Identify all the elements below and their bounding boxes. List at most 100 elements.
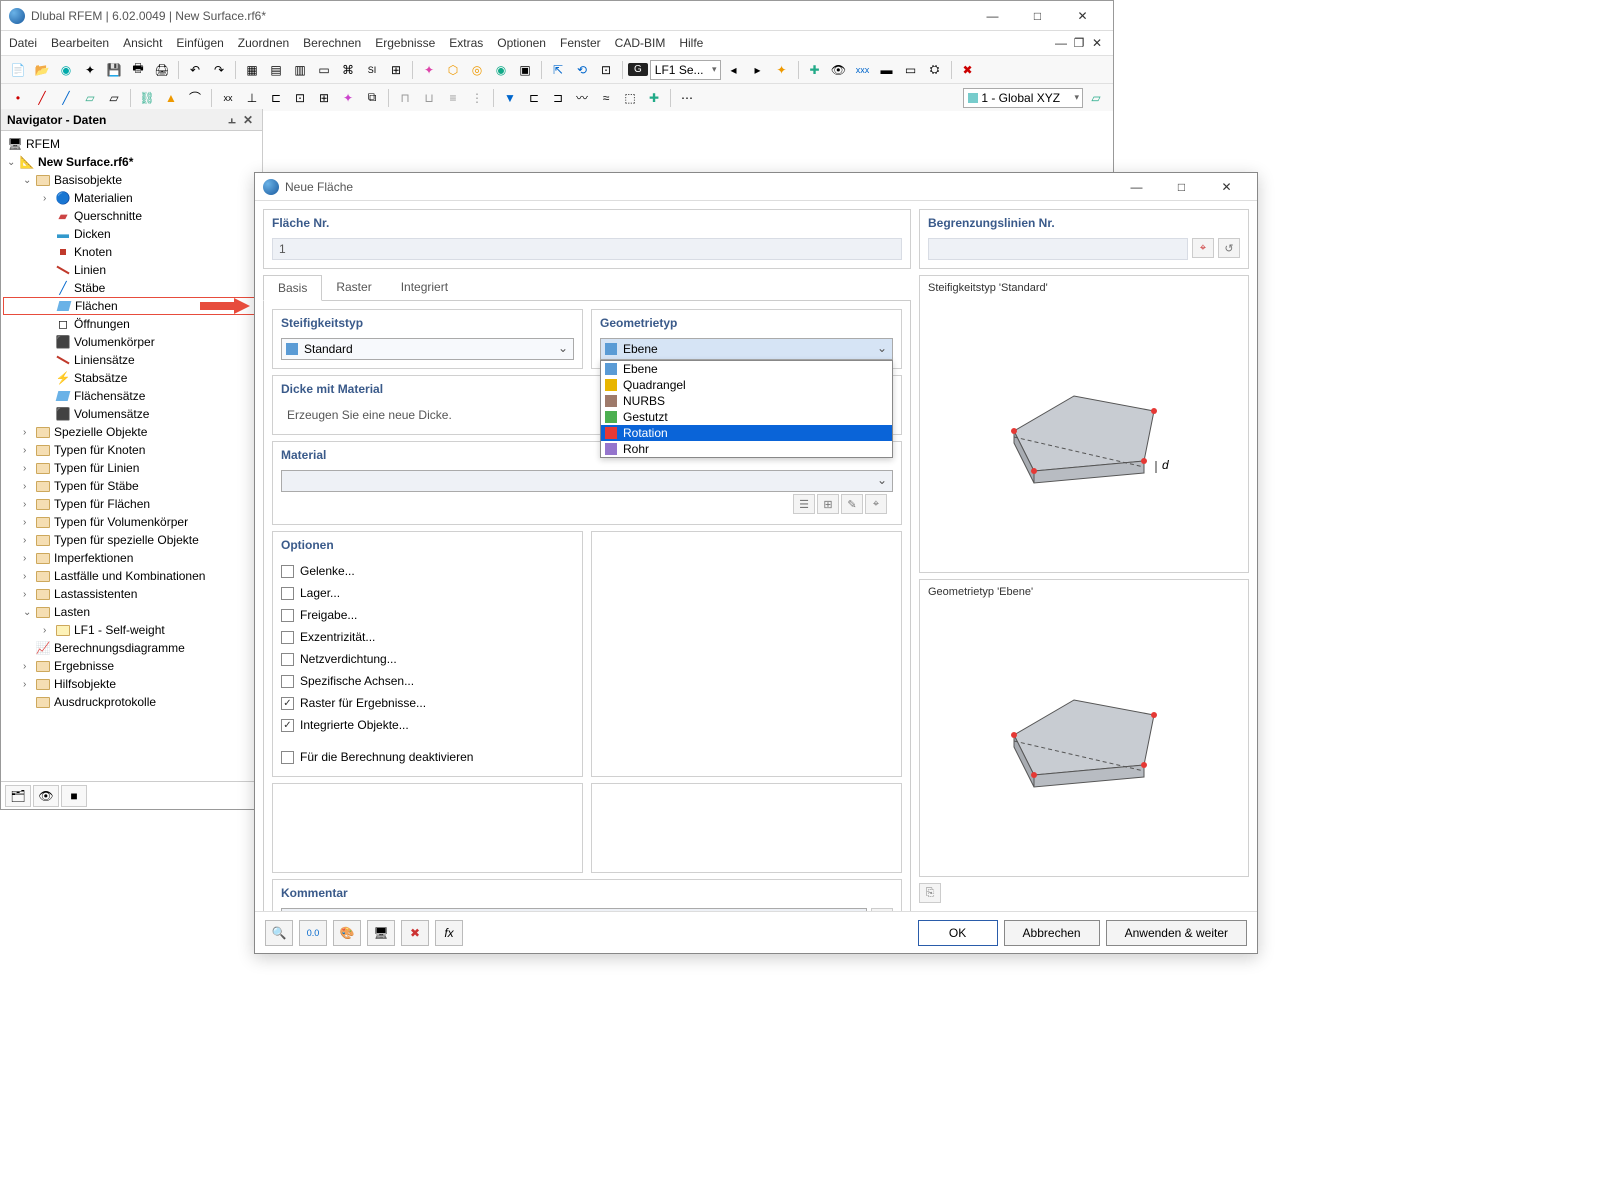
nav-data-icon[interactable]: 🗂: [5, 785, 31, 807]
geom-option[interactable]: Rohr: [601, 441, 892, 457]
solid-icon[interactable]: ▬: [876, 59, 898, 81]
panel-close-icon[interactable]: ✕: [240, 113, 256, 127]
tree-item[interactable]: ▬Dicken: [3, 225, 260, 243]
tab-basis[interactable]: Basis: [263, 275, 322, 301]
steif-dropdown[interactable]: Standard: [281, 338, 574, 360]
more-icon[interactable]: ⋯: [676, 87, 698, 109]
mdi-close-icon[interactable]: ✕: [1089, 36, 1105, 50]
save-icon[interactable]: 💾: [103, 59, 125, 81]
checkbox[interactable]: [281, 565, 294, 578]
tree-item[interactable]: Linien: [3, 261, 260, 279]
wire-icon[interactable]: ▭: [900, 59, 922, 81]
option-row[interactable]: Freigabe...: [281, 604, 574, 626]
tree-item[interactable]: Knoten: [3, 243, 260, 261]
zoom-icon[interactable]: ⊡: [595, 59, 617, 81]
clear-lines-icon[interactable]: ↺: [1218, 238, 1240, 258]
opening-tool-icon[interactable]: ▱: [103, 87, 125, 109]
redo-icon[interactable]: ↷: [208, 59, 230, 81]
ok-button[interactable]: OK: [918, 920, 998, 946]
support-icon[interactable]: xx: [217, 87, 239, 109]
move-icon[interactable]: ⇱: [547, 59, 569, 81]
maximize-button[interactable]: □: [1015, 2, 1060, 30]
load4-icon[interactable]: ⋮: [466, 87, 488, 109]
tree-item[interactable]: ›Spezielle Objekte: [3, 423, 260, 441]
cancel-button[interactable]: Abbrechen: [1004, 920, 1100, 946]
checkbox[interactable]: [281, 653, 294, 666]
flat-icon[interactable]: ≈: [595, 87, 617, 109]
nav-video-icon[interactable]: ■: [61, 785, 87, 807]
apply-button[interactable]: Anwenden & weiter: [1106, 920, 1247, 946]
tree-item[interactable]: ›Typen für spezielle Objekte: [3, 531, 260, 549]
iso-icon[interactable]: 〰: [571, 87, 593, 109]
line-tool-icon[interactable]: ╱: [31, 87, 53, 109]
lc-next-icon[interactable]: ▸: [747, 59, 769, 81]
tree-item[interactable]: ›Typen für Linien: [3, 459, 260, 477]
help-button-icon[interactable]: 🔍: [265, 920, 293, 946]
mat-new-icon[interactable]: ⊞: [817, 494, 839, 514]
member-tool-icon[interactable]: ╱: [55, 87, 77, 109]
view2-icon[interactable]: 👁: [828, 59, 850, 81]
release-icon[interactable]: ⊏: [265, 87, 287, 109]
open-icon[interactable]: 📂: [31, 59, 53, 81]
section-icon[interactable]: ⊐: [547, 87, 569, 109]
checkbox[interactable]: [281, 609, 294, 622]
tree-item[interactable]: ›Typen für Volumenkörper: [3, 513, 260, 531]
tree-root[interactable]: 🖥RFEM: [3, 135, 260, 153]
menu-item[interactable]: Einfügen: [176, 36, 223, 50]
close-button[interactable]: ✕: [1060, 2, 1105, 30]
tree-item[interactable]: ›Ergebnisse: [3, 657, 260, 675]
view-icon[interactable]: ✚: [804, 59, 826, 81]
tool-icon[interactable]: ⛭: [924, 59, 946, 81]
checkbox[interactable]: [281, 719, 294, 732]
plane-icon[interactable]: ▱: [1085, 87, 1107, 109]
truss-icon[interactable]: ▲: [160, 87, 182, 109]
colors-button-icon[interactable]: 🎨: [333, 920, 361, 946]
find-icon[interactable]: ◎: [466, 59, 488, 81]
tree-file[interactable]: ⌄📐New Surface.rf6*: [3, 153, 260, 171]
load3-icon[interactable]: ≡: [442, 87, 464, 109]
geom-dropdown[interactable]: Ebene: [600, 338, 893, 360]
nav-view-icon[interactable]: 👁: [33, 785, 59, 807]
option-row[interactable]: Spezifische Achsen...: [281, 670, 574, 692]
help-icon[interactable]: ✖: [957, 59, 979, 81]
geom-option[interactable]: Ebene: [601, 361, 892, 377]
info-icon[interactable]: ▣: [514, 59, 536, 81]
measure-icon[interactable]: ◉: [490, 59, 512, 81]
dialog-min-button[interactable]: —: [1114, 173, 1159, 201]
checkbox[interactable]: [281, 675, 294, 688]
tree-item[interactable]: ›Typen für Knoten: [3, 441, 260, 459]
mdi-min-icon[interactable]: —: [1053, 36, 1069, 50]
arc-icon[interactable]: ⌒: [184, 87, 206, 109]
checkbox[interactable]: [281, 587, 294, 600]
tree-item[interactable]: ›Typen für Stäbe: [3, 477, 260, 495]
undo-icon[interactable]: ↶: [184, 59, 206, 81]
select-icon[interactable]: ⬡: [442, 59, 464, 81]
tab-raster[interactable]: Raster: [322, 275, 386, 300]
script-icon[interactable]: ▭: [313, 59, 335, 81]
menu-item[interactable]: Ansicht: [123, 36, 162, 50]
checkbox[interactable]: [281, 751, 294, 764]
menu-item[interactable]: CAD-BIM: [615, 36, 666, 50]
refine-icon[interactable]: ⧉: [361, 87, 383, 109]
tree-lasten[interactable]: ⌄Lasten: [3, 603, 260, 621]
geom-option[interactable]: Rotation: [601, 425, 892, 441]
geom-option[interactable]: Quadrangel: [601, 377, 892, 393]
mat-pick-icon[interactable]: ⌖: [865, 494, 887, 514]
dialog-close-button[interactable]: ✕: [1204, 173, 1249, 201]
navigator-tree[interactable]: 🖥RFEM ⌄📐New Surface.rf6* ⌄Basisobjekte ›…: [1, 131, 262, 781]
load1-icon[interactable]: ⊓: [394, 87, 416, 109]
tree-item[interactable]: Ausdruckprotokolle: [3, 693, 260, 711]
menu-item[interactable]: Optionen: [497, 36, 546, 50]
minimize-button[interactable]: —: [970, 2, 1015, 30]
mdi-restore-icon[interactable]: ❐: [1071, 36, 1087, 50]
tree-item[interactable]: ◻Öffnungen: [3, 315, 260, 333]
geom-option[interactable]: NURBS: [601, 393, 892, 409]
model-icon[interactable]: ✦: [79, 59, 101, 81]
geom-option[interactable]: Gestutzt: [601, 409, 892, 425]
menu-item[interactable]: Extras: [449, 36, 483, 50]
tree-item[interactable]: ›Lastassistenten: [3, 585, 260, 603]
node-tool-icon[interactable]: •: [7, 87, 29, 109]
option-row[interactable]: Netzverdichtung...: [281, 648, 574, 670]
menu-item[interactable]: Hilfe: [679, 36, 703, 50]
tree-item[interactable]: Flächensätze: [3, 387, 260, 405]
